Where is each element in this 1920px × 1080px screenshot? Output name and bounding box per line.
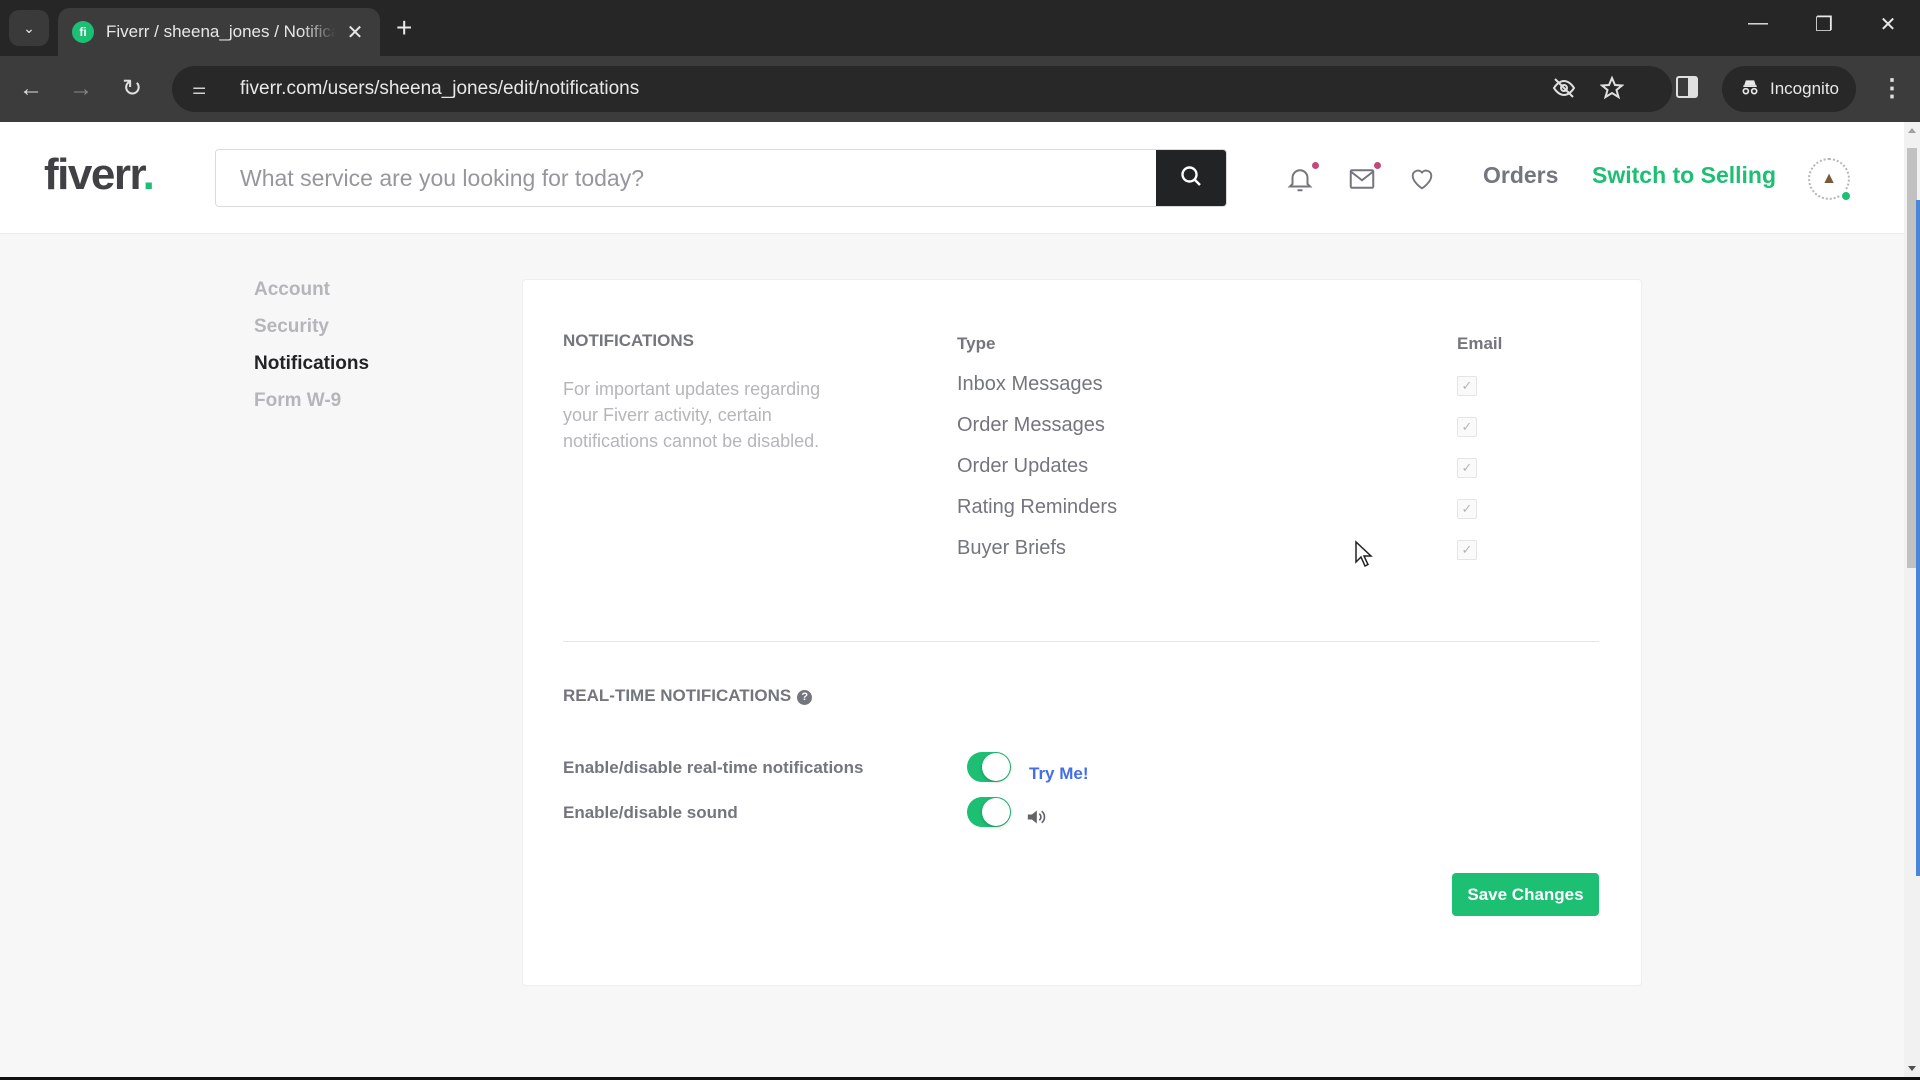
search-bar bbox=[215, 149, 1227, 207]
sidebar-item-notifications[interactable]: Notifications bbox=[254, 352, 369, 389]
incognito-badge[interactable]: Incognito bbox=[1722, 66, 1856, 112]
speaker-icon[interactable] bbox=[1026, 808, 1046, 831]
notification-type-label: Buyer Briefs bbox=[957, 537, 1066, 559]
checkmark-icon: ✓ bbox=[1461, 460, 1473, 475]
sound-toggle[interactable] bbox=[967, 797, 1011, 827]
heart-icon bbox=[1408, 165, 1436, 198]
site-header: fiverr. Orders Sw bbox=[0, 122, 1904, 234]
chevron-down-icon: ⌄ bbox=[23, 19, 35, 36]
messages-button[interactable] bbox=[1345, 162, 1381, 199]
notification-badge-dot bbox=[1312, 162, 1319, 169]
eye-off-icon[interactable] bbox=[1552, 76, 1576, 106]
forward-button[interactable]: → bbox=[65, 74, 97, 104]
browser-menu-icon[interactable]: ⋮ bbox=[1880, 74, 1904, 103]
browser-tab-bar: ⌄ fi Fiverr / sheena_jones / Notificatio… bbox=[0, 0, 1920, 56]
close-window-button[interactable]: ✕ bbox=[1868, 12, 1908, 37]
type-column-header: Type bbox=[957, 334, 996, 353]
orders-link[interactable]: Orders bbox=[1483, 162, 1558, 189]
back-button[interactable]: ← bbox=[15, 74, 47, 104]
bookmark-star-icon[interactable] bbox=[1599, 75, 1625, 106]
incognito-icon bbox=[1740, 77, 1760, 102]
browser-tab-active[interactable]: fi Fiverr / sheena_jones / Notifications… bbox=[58, 8, 380, 56]
tab-search-button[interactable]: ⌄ bbox=[9, 10, 49, 46]
sidebar-item-form-w9[interactable]: Form W-9 bbox=[254, 389, 369, 426]
page-viewport: fiverr. Orders Sw bbox=[0, 122, 1904, 1077]
save-changes-button[interactable]: Save Changes bbox=[1452, 873, 1599, 916]
browser-toolbar: ← → ↻ ⚌ fiverr.com/users/sheena_jones/ed… bbox=[0, 56, 1920, 122]
user-avatar[interactable]: ▲ bbox=[1808, 158, 1852, 202]
address-bar[interactable]: ⚌ fiverr.com/users/sheena_jones/edit/not… bbox=[172, 66, 1672, 112]
new-tab-button[interactable]: + bbox=[396, 12, 412, 44]
notification-type-label: Order Messages bbox=[957, 414, 1105, 436]
email-column-header: Email bbox=[1457, 334, 1503, 353]
realtime-notifications-toggle[interactable] bbox=[967, 752, 1011, 782]
notifications-description: For important updates regarding your Fiv… bbox=[563, 379, 821, 451]
notifications-bell-button[interactable] bbox=[1283, 162, 1319, 199]
scroll-down-arrow-icon[interactable] bbox=[1908, 1066, 1916, 1071]
incognito-label: Incognito bbox=[1770, 79, 1839, 98]
realtime-toggle-label: Enable/disable real-time notifications bbox=[563, 758, 864, 777]
email-checkbox-buyer-briefs[interactable]: ✓ bbox=[1457, 540, 1477, 560]
sidebar-item-security[interactable]: Security bbox=[254, 315, 369, 352]
checkmark-icon: ✓ bbox=[1461, 378, 1473, 393]
email-checkbox-order-updates[interactable]: ✓ bbox=[1457, 458, 1477, 478]
realtime-title-text: REAL-TIME NOTIFICATIONS bbox=[563, 686, 792, 705]
switch-to-selling-link[interactable]: Switch to Selling bbox=[1592, 162, 1776, 189]
settings-sidebar: Account Security Notifications Form W-9 bbox=[254, 278, 369, 426]
site-info-icon[interactable]: ⚌ bbox=[192, 79, 218, 99]
online-status-dot bbox=[1840, 190, 1852, 202]
realtime-section-title: REAL-TIME NOTIFICATIONS? bbox=[563, 686, 813, 706]
avatar-image-icon: ▲ bbox=[1821, 170, 1837, 187]
tab-title: Fiverr / sheena_jones / Notifications bbox=[106, 22, 336, 41]
fiverr-logo[interactable]: fiverr. bbox=[44, 150, 155, 200]
checkmark-icon: ✓ bbox=[1461, 542, 1473, 557]
notifications-section-title: NOTIFICATIONS bbox=[563, 331, 694, 350]
notification-type-label: Rating Reminders bbox=[957, 496, 1118, 518]
email-checkbox-order-messages[interactable]: ✓ bbox=[1457, 417, 1477, 437]
envelope-icon bbox=[1347, 164, 1377, 199]
logo-text: fiverr bbox=[44, 150, 144, 199]
restore-window-button[interactable]: ❐ bbox=[1804, 12, 1844, 37]
bell-icon bbox=[1285, 164, 1315, 199]
favorites-button[interactable] bbox=[1405, 164, 1439, 198]
search-icon bbox=[1179, 164, 1203, 193]
email-checkbox-inbox-messages[interactable]: ✓ bbox=[1457, 376, 1477, 396]
fiverr-favicon-icon: fi bbox=[72, 21, 94, 43]
search-button[interactable] bbox=[1156, 150, 1226, 206]
close-tab-icon[interactable]: ✕ bbox=[344, 20, 366, 45]
notification-type-label: Order Updates bbox=[957, 455, 1089, 477]
message-badge-dot bbox=[1374, 162, 1381, 169]
checkmark-icon: ✓ bbox=[1461, 501, 1473, 516]
scroll-indicator bbox=[1916, 200, 1920, 876]
sidebar-item-account[interactable]: Account bbox=[254, 278, 369, 315]
search-input[interactable] bbox=[216, 150, 1156, 206]
side-panel-icon[interactable] bbox=[1676, 76, 1698, 98]
minimize-window-button[interactable]: — bbox=[1738, 12, 1778, 35]
logo-dot: . bbox=[142, 150, 155, 199]
email-checkbox-rating-reminders[interactable]: ✓ bbox=[1457, 499, 1477, 519]
reload-button[interactable]: ↻ bbox=[116, 74, 148, 104]
url-text[interactable]: fiverr.com/users/sheena_jones/edit/notif… bbox=[240, 78, 639, 100]
try-me-link[interactable]: Try Me! bbox=[1029, 764, 1089, 784]
section-divider bbox=[563, 641, 1599, 642]
toggle-knob bbox=[982, 753, 1010, 781]
help-icon[interactable]: ? bbox=[797, 689, 813, 705]
mouse-cursor-icon bbox=[1354, 540, 1374, 573]
toggle-knob bbox=[982, 798, 1010, 826]
sound-toggle-label: Enable/disable sound bbox=[563, 803, 738, 822]
checkmark-icon: ✓ bbox=[1461, 419, 1473, 434]
notification-type-label: Inbox Messages bbox=[957, 373, 1103, 395]
scroll-up-arrow-icon[interactable] bbox=[1908, 128, 1916, 133]
notifications-settings-card: NOTIFICATIONS For important updates rega… bbox=[522, 279, 1642, 986]
